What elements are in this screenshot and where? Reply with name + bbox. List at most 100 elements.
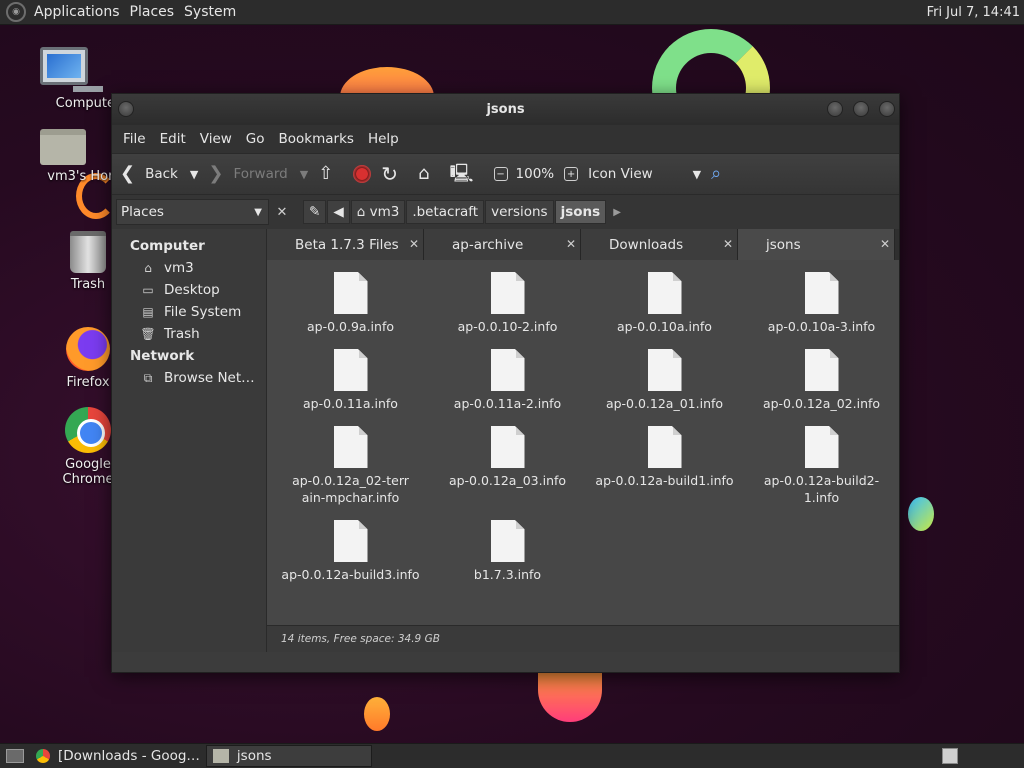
edit-location-icon[interactable]: ✎ [303, 200, 327, 224]
workspace-switcher[interactable] [942, 748, 958, 764]
window-menu-button[interactable] [118, 101, 134, 117]
file-item[interactable]: ap-0.0.12a_03.info [429, 426, 586, 489]
stop-icon [353, 165, 372, 183]
close-button[interactable] [879, 101, 895, 117]
breadcrumb-right-icon[interactable]: ▶ [607, 207, 627, 218]
panel-clock[interactable]: Fri Jul 7, 14:41 [927, 5, 1024, 20]
zoom-out-button[interactable]: − [493, 167, 508, 181]
file-item[interactable]: ap-0.0.10-2.info [429, 272, 586, 335]
file-view: Beta 1.7.3 Files ✕ ap-archive ✕ Downloads ✕… [267, 229, 899, 652]
close-tab-icon[interactable]: ✕ [566, 237, 576, 251]
breadcrumb-left-icon[interactable]: ◀ [327, 200, 350, 224]
menu-view[interactable]: View [193, 131, 239, 147]
tab-downloads[interactable]: Downloads ✕ [581, 229, 738, 260]
zoom-out-icon: − [493, 167, 508, 181]
breadcrumb-versions[interactable]: versions [485, 200, 554, 224]
sidebar-mode-select[interactable]: Places ▼ [116, 199, 269, 225]
computer-icon: 🖳 [449, 163, 474, 184]
file-item[interactable]: ap-0.0.12a-build1.info [586, 426, 743, 489]
file-item[interactable]: ap-0.0.9a.info [272, 272, 429, 335]
back-history-dropdown-icon[interactable]: ▼ [190, 168, 198, 181]
sidebar-item-browse-network[interactable]: ⧉ Browse Net… [112, 367, 266, 389]
window-titlebar[interactable]: jsons [112, 94, 899, 125]
file-name: ap-0.0.9a.info [307, 319, 394, 334]
minimize-button[interactable] [827, 101, 843, 117]
close-tab-icon[interactable]: ✕ [409, 237, 419, 251]
file-item[interactable]: ap-0.0.12a_02-terrain-mpchar.info [272, 426, 429, 506]
tab-ap-archive[interactable]: ap-archive ✕ [424, 229, 581, 260]
file-document-icon [647, 272, 682, 314]
up-button[interactable]: ⇧ [318, 165, 343, 183]
menu-file[interactable]: File [116, 131, 153, 147]
places-menu[interactable]: Places [128, 4, 183, 20]
close-sidebar-icon[interactable]: ✕ [271, 205, 293, 220]
maximize-button[interactable] [853, 101, 869, 117]
applications-menu[interactable]: Applications [32, 4, 128, 20]
status-text: 14 items, Free space: 34.9 GB [281, 633, 440, 645]
file-item[interactable]: ap-0.0.11a-2.info [429, 349, 586, 412]
file-item[interactable]: ap-0.0.12a_02.info [743, 349, 900, 412]
search-button[interactable]: ⌕ [711, 165, 731, 183]
close-tab-icon[interactable]: ✕ [723, 237, 733, 251]
forward-button[interactable]: ❯ Forward ▼ [208, 165, 308, 183]
file-item[interactable]: ap-0.0.12a_01.info [586, 349, 743, 412]
tab-label: jsons [766, 236, 801, 253]
computer-button[interactable]: 🖳 [450, 165, 484, 183]
drive-icon: ▤ [142, 305, 154, 319]
sidebar-section-computer: Computer [130, 238, 205, 254]
home-button[interactable]: ⌂ [418, 165, 439, 183]
sidebar-item-desktop[interactable]: ▭ Desktop [112, 279, 266, 301]
menu-help[interactable]: Help [361, 131, 406, 147]
file-name: ap-0.0.12a_03.info [448, 473, 567, 488]
file-item[interactable]: ap-0.0.10a-3.info [743, 272, 900, 335]
file-item[interactable]: ap-0.0.12a-build2-1.info [743, 426, 900, 506]
sidebar-item-label: vm3 [164, 260, 194, 276]
breadcrumb-betacraft[interactable]: .betacraft [406, 200, 485, 224]
breadcrumb-vm3[interactable]: ⌂ vm3 [350, 200, 406, 224]
file-document-icon [333, 426, 368, 468]
taskbar-item-chrome[interactable]: [Downloads - Goog… [30, 745, 206, 767]
file-item[interactable]: b1.7.3.info [429, 520, 586, 583]
view-mode-select[interactable]: Icon View ▼ [588, 166, 701, 182]
file-document-icon [804, 426, 839, 468]
forward-arrow-icon: ❯ [208, 163, 224, 184]
file-item[interactable]: ap-0.0.12a-build3.info [272, 520, 429, 583]
file-name: ap-0.0.11a.info [303, 396, 398, 411]
up-arrow-icon: ⇧ [318, 163, 334, 184]
reload-button[interactable]: ↻ [381, 164, 408, 184]
zoom-in-button[interactable]: + [564, 167, 579, 181]
file-document-icon [490, 520, 525, 562]
taskbar-item-jsons[interactable]: jsons [205, 745, 372, 767]
file-document-icon [490, 349, 525, 391]
close-tab-icon[interactable]: ✕ [880, 237, 890, 251]
sidebar-item-file-system[interactable]: ▤ File System [112, 301, 266, 323]
tab-beta-files[interactable]: Beta 1.7.3 Files ✕ [267, 229, 424, 260]
menu-go[interactable]: Go [239, 131, 272, 147]
sidebar-item-label: Desktop [164, 282, 220, 298]
menu-bookmarks[interactable]: Bookmarks [272, 131, 361, 147]
file-manager-window: jsons File Edit View Go Bookmarks Help ❮… [111, 93, 900, 673]
file-item[interactable]: ap-0.0.10a.info [586, 272, 743, 335]
show-desktop-icon [6, 749, 24, 763]
sidebar-item-vm3[interactable]: ⌂ vm3 [112, 257, 266, 279]
file-document-icon [333, 520, 368, 562]
distro-logo-icon[interactable]: ◉ [6, 2, 26, 22]
show-desktop-button[interactable] [0, 745, 30, 767]
file-name: ap-0.0.12a_02-terrain-mpchar.info [292, 473, 409, 505]
taskbar-item-label: [Downloads - Goog… [58, 748, 200, 764]
tab-jsons[interactable]: jsons ✕ [738, 229, 895, 260]
breadcrumb-jsons[interactable]: jsons [554, 200, 607, 224]
home-folder-icon: ⌂ [144, 261, 152, 275]
sidebar-item-trash[interactable]: 🗑 Trash [112, 323, 266, 345]
sidebar-item-label: Trash [164, 326, 200, 342]
file-item[interactable]: ap-0.0.11a.info [272, 349, 429, 412]
back-button[interactable]: ❮ Back ▼ [120, 165, 198, 183]
stop-button[interactable] [353, 165, 372, 183]
breadcrumb: ✎ ◀ ⌂ vm3 .betacraft versions jsons ▶ [303, 200, 627, 224]
chrome-icon [36, 749, 50, 763]
forward-history-dropdown-icon[interactable]: ▼ [300, 168, 308, 181]
sidebar-item-label: File System [164, 304, 242, 320]
menu-edit[interactable]: Edit [153, 131, 193, 147]
toolbar: ❮ Back ▼ ❯ Forward ▼ ⇧ ↻ ⌂ 🖳 − 100% + Ic… [112, 153, 899, 195]
system-menu[interactable]: System [182, 4, 244, 20]
